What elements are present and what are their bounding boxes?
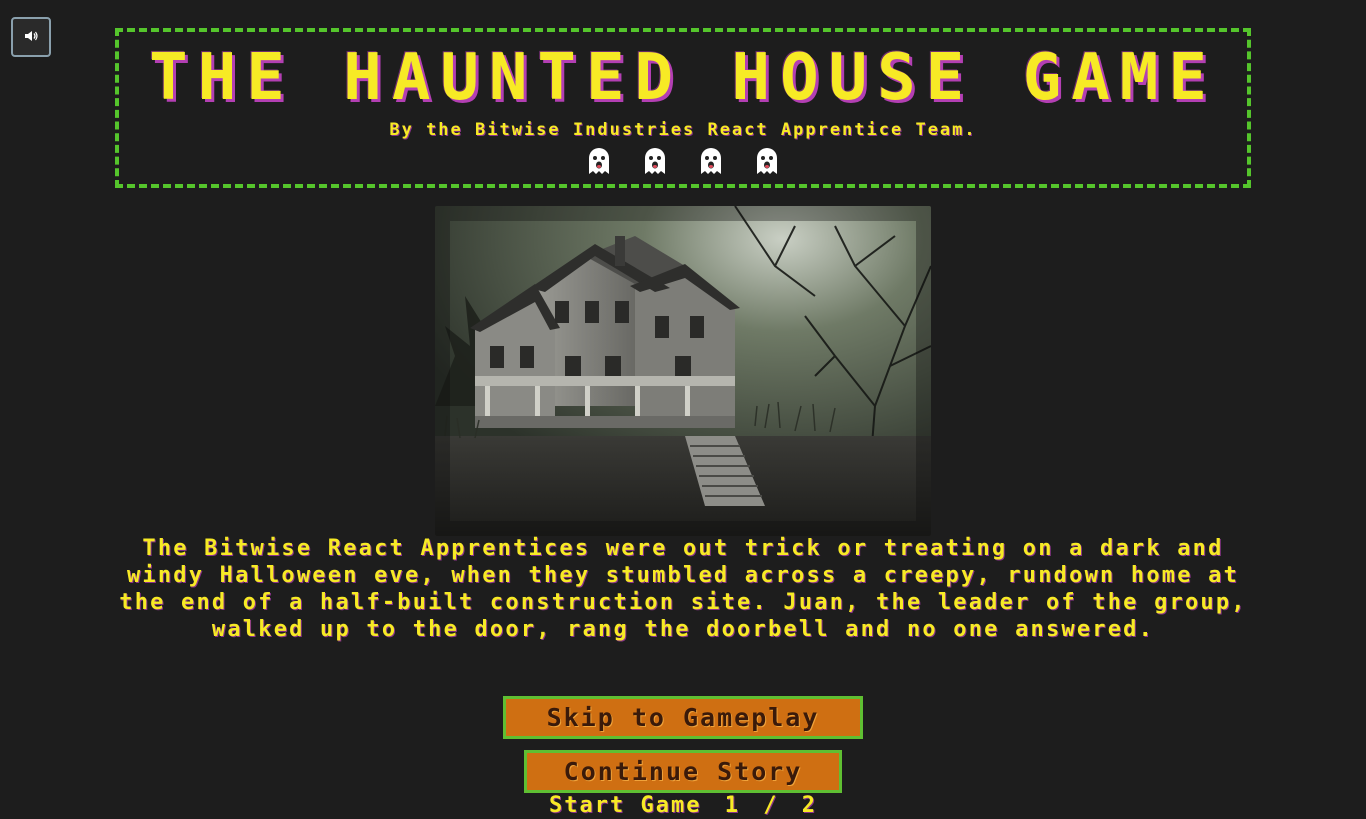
game-title: THE HAUNTED HOUSE GAME bbox=[149, 41, 1217, 115]
story-progress: Start Game 1 / 2 bbox=[483, 793, 883, 818]
progress-current: 1 bbox=[724, 793, 740, 818]
progress-label: Start Game bbox=[549, 793, 702, 818]
title-banner: THE HAUNTED HOUSE GAME By the Bitwise In… bbox=[115, 28, 1251, 188]
ghost-icon bbox=[701, 148, 721, 174]
haunted-house-image bbox=[435, 206, 931, 536]
continue-story-button[interactable]: Continue Story bbox=[524, 750, 842, 793]
speaker-icon bbox=[23, 28, 39, 47]
sound-toggle-button[interactable] bbox=[11, 17, 51, 57]
ghost-icon bbox=[757, 148, 777, 174]
ghost-icon bbox=[645, 148, 665, 174]
team-credit: By the Bitwise Industries React Apprenti… bbox=[389, 120, 977, 140]
progress-total: 2 bbox=[801, 793, 817, 818]
ghost-row bbox=[119, 144, 1247, 178]
skip-to-gameplay-button[interactable]: Skip to Gameplay bbox=[503, 696, 863, 739]
ghost-icon bbox=[589, 148, 609, 174]
story-text: The Bitwise React Apprentices were out t… bbox=[119, 536, 1247, 642]
progress-separator: / bbox=[763, 793, 779, 818]
